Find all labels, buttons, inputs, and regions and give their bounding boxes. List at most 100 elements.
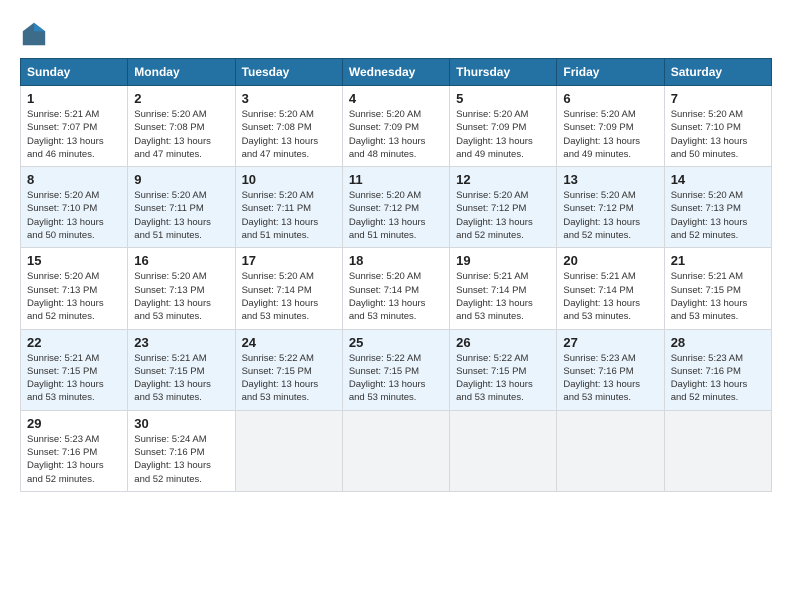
calendar-header: SundayMondayTuesdayWednesdayThursdayFrid… xyxy=(21,59,772,86)
day-number: 24 xyxy=(242,335,336,350)
calendar-cell: 3 Sunrise: 5:20 AM Sunset: 7:08 PM Dayli… xyxy=(235,86,342,167)
calendar-cell: 20 Sunrise: 5:21 AM Sunset: 7:14 PM Dayl… xyxy=(557,248,664,329)
week-row-2: 8 Sunrise: 5:20 AM Sunset: 7:10 PM Dayli… xyxy=(21,167,772,248)
calendar-cell: 8 Sunrise: 5:20 AM Sunset: 7:10 PM Dayli… xyxy=(21,167,128,248)
day-number: 30 xyxy=(134,416,228,431)
empty-cell xyxy=(664,410,771,491)
day-info: Sunrise: 5:20 AM Sunset: 7:12 PM Dayligh… xyxy=(349,189,443,242)
day-info: Sunrise: 5:21 AM Sunset: 7:07 PM Dayligh… xyxy=(27,108,121,161)
day-info: Sunrise: 5:20 AM Sunset: 7:09 PM Dayligh… xyxy=(456,108,550,161)
day-info: Sunrise: 5:22 AM Sunset: 7:15 PM Dayligh… xyxy=(456,352,550,405)
day-number: 19 xyxy=(456,253,550,268)
day-number: 14 xyxy=(671,172,765,187)
day-header-monday: Monday xyxy=(128,59,235,86)
day-info: Sunrise: 5:21 AM Sunset: 7:15 PM Dayligh… xyxy=(671,270,765,323)
calendar-cell: 30 Sunrise: 5:24 AM Sunset: 7:16 PM Dayl… xyxy=(128,410,235,491)
day-header-saturday: Saturday xyxy=(664,59,771,86)
day-number: 26 xyxy=(456,335,550,350)
calendar-cell: 10 Sunrise: 5:20 AM Sunset: 7:11 PM Dayl… xyxy=(235,167,342,248)
day-number: 10 xyxy=(242,172,336,187)
day-number: 11 xyxy=(349,172,443,187)
day-info: Sunrise: 5:21 AM Sunset: 7:14 PM Dayligh… xyxy=(456,270,550,323)
day-header-wednesday: Wednesday xyxy=(342,59,449,86)
day-info: Sunrise: 5:20 AM Sunset: 7:09 PM Dayligh… xyxy=(563,108,657,161)
calendar-cell: 5 Sunrise: 5:20 AM Sunset: 7:09 PM Dayli… xyxy=(450,86,557,167)
calendar-body: 1 Sunrise: 5:21 AM Sunset: 7:07 PM Dayli… xyxy=(21,86,772,492)
day-header-tuesday: Tuesday xyxy=(235,59,342,86)
calendar-cell: 19 Sunrise: 5:21 AM Sunset: 7:14 PM Dayl… xyxy=(450,248,557,329)
calendar-cell: 15 Sunrise: 5:20 AM Sunset: 7:13 PM Dayl… xyxy=(21,248,128,329)
day-info: Sunrise: 5:20 AM Sunset: 7:10 PM Dayligh… xyxy=(671,108,765,161)
calendar-cell: 24 Sunrise: 5:22 AM Sunset: 7:15 PM Dayl… xyxy=(235,329,342,410)
empty-cell xyxy=(557,410,664,491)
day-number: 5 xyxy=(456,91,550,106)
header xyxy=(20,20,772,48)
day-info: Sunrise: 5:22 AM Sunset: 7:15 PM Dayligh… xyxy=(349,352,443,405)
week-row-4: 22 Sunrise: 5:21 AM Sunset: 7:15 PM Dayl… xyxy=(21,329,772,410)
day-number: 18 xyxy=(349,253,443,268)
calendar-cell: 14 Sunrise: 5:20 AM Sunset: 7:13 PM Dayl… xyxy=(664,167,771,248)
day-number: 20 xyxy=(563,253,657,268)
calendar-cell: 22 Sunrise: 5:21 AM Sunset: 7:15 PM Dayl… xyxy=(21,329,128,410)
day-info: Sunrise: 5:20 AM Sunset: 7:13 PM Dayligh… xyxy=(671,189,765,242)
calendar-cell: 7 Sunrise: 5:20 AM Sunset: 7:10 PM Dayli… xyxy=(664,86,771,167)
day-number: 8 xyxy=(27,172,121,187)
day-number: 17 xyxy=(242,253,336,268)
calendar-cell: 4 Sunrise: 5:20 AM Sunset: 7:09 PM Dayli… xyxy=(342,86,449,167)
day-number: 21 xyxy=(671,253,765,268)
day-info: Sunrise: 5:21 AM Sunset: 7:14 PM Dayligh… xyxy=(563,270,657,323)
day-number: 23 xyxy=(134,335,228,350)
day-number: 2 xyxy=(134,91,228,106)
day-info: Sunrise: 5:20 AM Sunset: 7:14 PM Dayligh… xyxy=(242,270,336,323)
day-info: Sunrise: 5:21 AM Sunset: 7:15 PM Dayligh… xyxy=(27,352,121,405)
day-info: Sunrise: 5:23 AM Sunset: 7:16 PM Dayligh… xyxy=(27,433,121,486)
day-header-sunday: Sunday xyxy=(21,59,128,86)
calendar-table: SundayMondayTuesdayWednesdayThursdayFrid… xyxy=(20,58,772,492)
calendar-cell: 27 Sunrise: 5:23 AM Sunset: 7:16 PM Dayl… xyxy=(557,329,664,410)
logo xyxy=(20,20,52,48)
header-row: SundayMondayTuesdayWednesdayThursdayFrid… xyxy=(21,59,772,86)
day-number: 13 xyxy=(563,172,657,187)
calendar-cell: 6 Sunrise: 5:20 AM Sunset: 7:09 PM Dayli… xyxy=(557,86,664,167)
empty-cell xyxy=(342,410,449,491)
calendar-cell: 16 Sunrise: 5:20 AM Sunset: 7:13 PM Dayl… xyxy=(128,248,235,329)
empty-cell xyxy=(450,410,557,491)
day-header-thursday: Thursday xyxy=(450,59,557,86)
calendar-cell: 17 Sunrise: 5:20 AM Sunset: 7:14 PM Dayl… xyxy=(235,248,342,329)
day-info: Sunrise: 5:21 AM Sunset: 7:15 PM Dayligh… xyxy=(134,352,228,405)
week-row-5: 29 Sunrise: 5:23 AM Sunset: 7:16 PM Dayl… xyxy=(21,410,772,491)
calendar-cell: 11 Sunrise: 5:20 AM Sunset: 7:12 PM Dayl… xyxy=(342,167,449,248)
day-number: 6 xyxy=(563,91,657,106)
day-info: Sunrise: 5:20 AM Sunset: 7:11 PM Dayligh… xyxy=(242,189,336,242)
day-number: 16 xyxy=(134,253,228,268)
day-info: Sunrise: 5:20 AM Sunset: 7:12 PM Dayligh… xyxy=(563,189,657,242)
day-header-friday: Friday xyxy=(557,59,664,86)
day-number: 7 xyxy=(671,91,765,106)
calendar-cell: 25 Sunrise: 5:22 AM Sunset: 7:15 PM Dayl… xyxy=(342,329,449,410)
day-info: Sunrise: 5:23 AM Sunset: 7:16 PM Dayligh… xyxy=(671,352,765,405)
week-row-3: 15 Sunrise: 5:20 AM Sunset: 7:13 PM Dayl… xyxy=(21,248,772,329)
day-number: 27 xyxy=(563,335,657,350)
week-row-1: 1 Sunrise: 5:21 AM Sunset: 7:07 PM Dayli… xyxy=(21,86,772,167)
day-number: 1 xyxy=(27,91,121,106)
day-info: Sunrise: 5:20 AM Sunset: 7:12 PM Dayligh… xyxy=(456,189,550,242)
day-number: 9 xyxy=(134,172,228,187)
day-info: Sunrise: 5:22 AM Sunset: 7:15 PM Dayligh… xyxy=(242,352,336,405)
day-info: Sunrise: 5:20 AM Sunset: 7:08 PM Dayligh… xyxy=(134,108,228,161)
day-info: Sunrise: 5:23 AM Sunset: 7:16 PM Dayligh… xyxy=(563,352,657,405)
calendar-cell: 9 Sunrise: 5:20 AM Sunset: 7:11 PM Dayli… xyxy=(128,167,235,248)
calendar-cell: 2 Sunrise: 5:20 AM Sunset: 7:08 PM Dayli… xyxy=(128,86,235,167)
calendar-cell: 23 Sunrise: 5:21 AM Sunset: 7:15 PM Dayl… xyxy=(128,329,235,410)
calendar-cell: 18 Sunrise: 5:20 AM Sunset: 7:14 PM Dayl… xyxy=(342,248,449,329)
day-info: Sunrise: 5:24 AM Sunset: 7:16 PM Dayligh… xyxy=(134,433,228,486)
day-info: Sunrise: 5:20 AM Sunset: 7:10 PM Dayligh… xyxy=(27,189,121,242)
day-info: Sunrise: 5:20 AM Sunset: 7:13 PM Dayligh… xyxy=(27,270,121,323)
day-info: Sunrise: 5:20 AM Sunset: 7:09 PM Dayligh… xyxy=(349,108,443,161)
day-info: Sunrise: 5:20 AM Sunset: 7:14 PM Dayligh… xyxy=(349,270,443,323)
calendar-cell: 1 Sunrise: 5:21 AM Sunset: 7:07 PM Dayli… xyxy=(21,86,128,167)
calendar-cell: 29 Sunrise: 5:23 AM Sunset: 7:16 PM Dayl… xyxy=(21,410,128,491)
day-info: Sunrise: 5:20 AM Sunset: 7:11 PM Dayligh… xyxy=(134,189,228,242)
calendar-cell: 28 Sunrise: 5:23 AM Sunset: 7:16 PM Dayl… xyxy=(664,329,771,410)
day-number: 15 xyxy=(27,253,121,268)
day-number: 29 xyxy=(27,416,121,431)
